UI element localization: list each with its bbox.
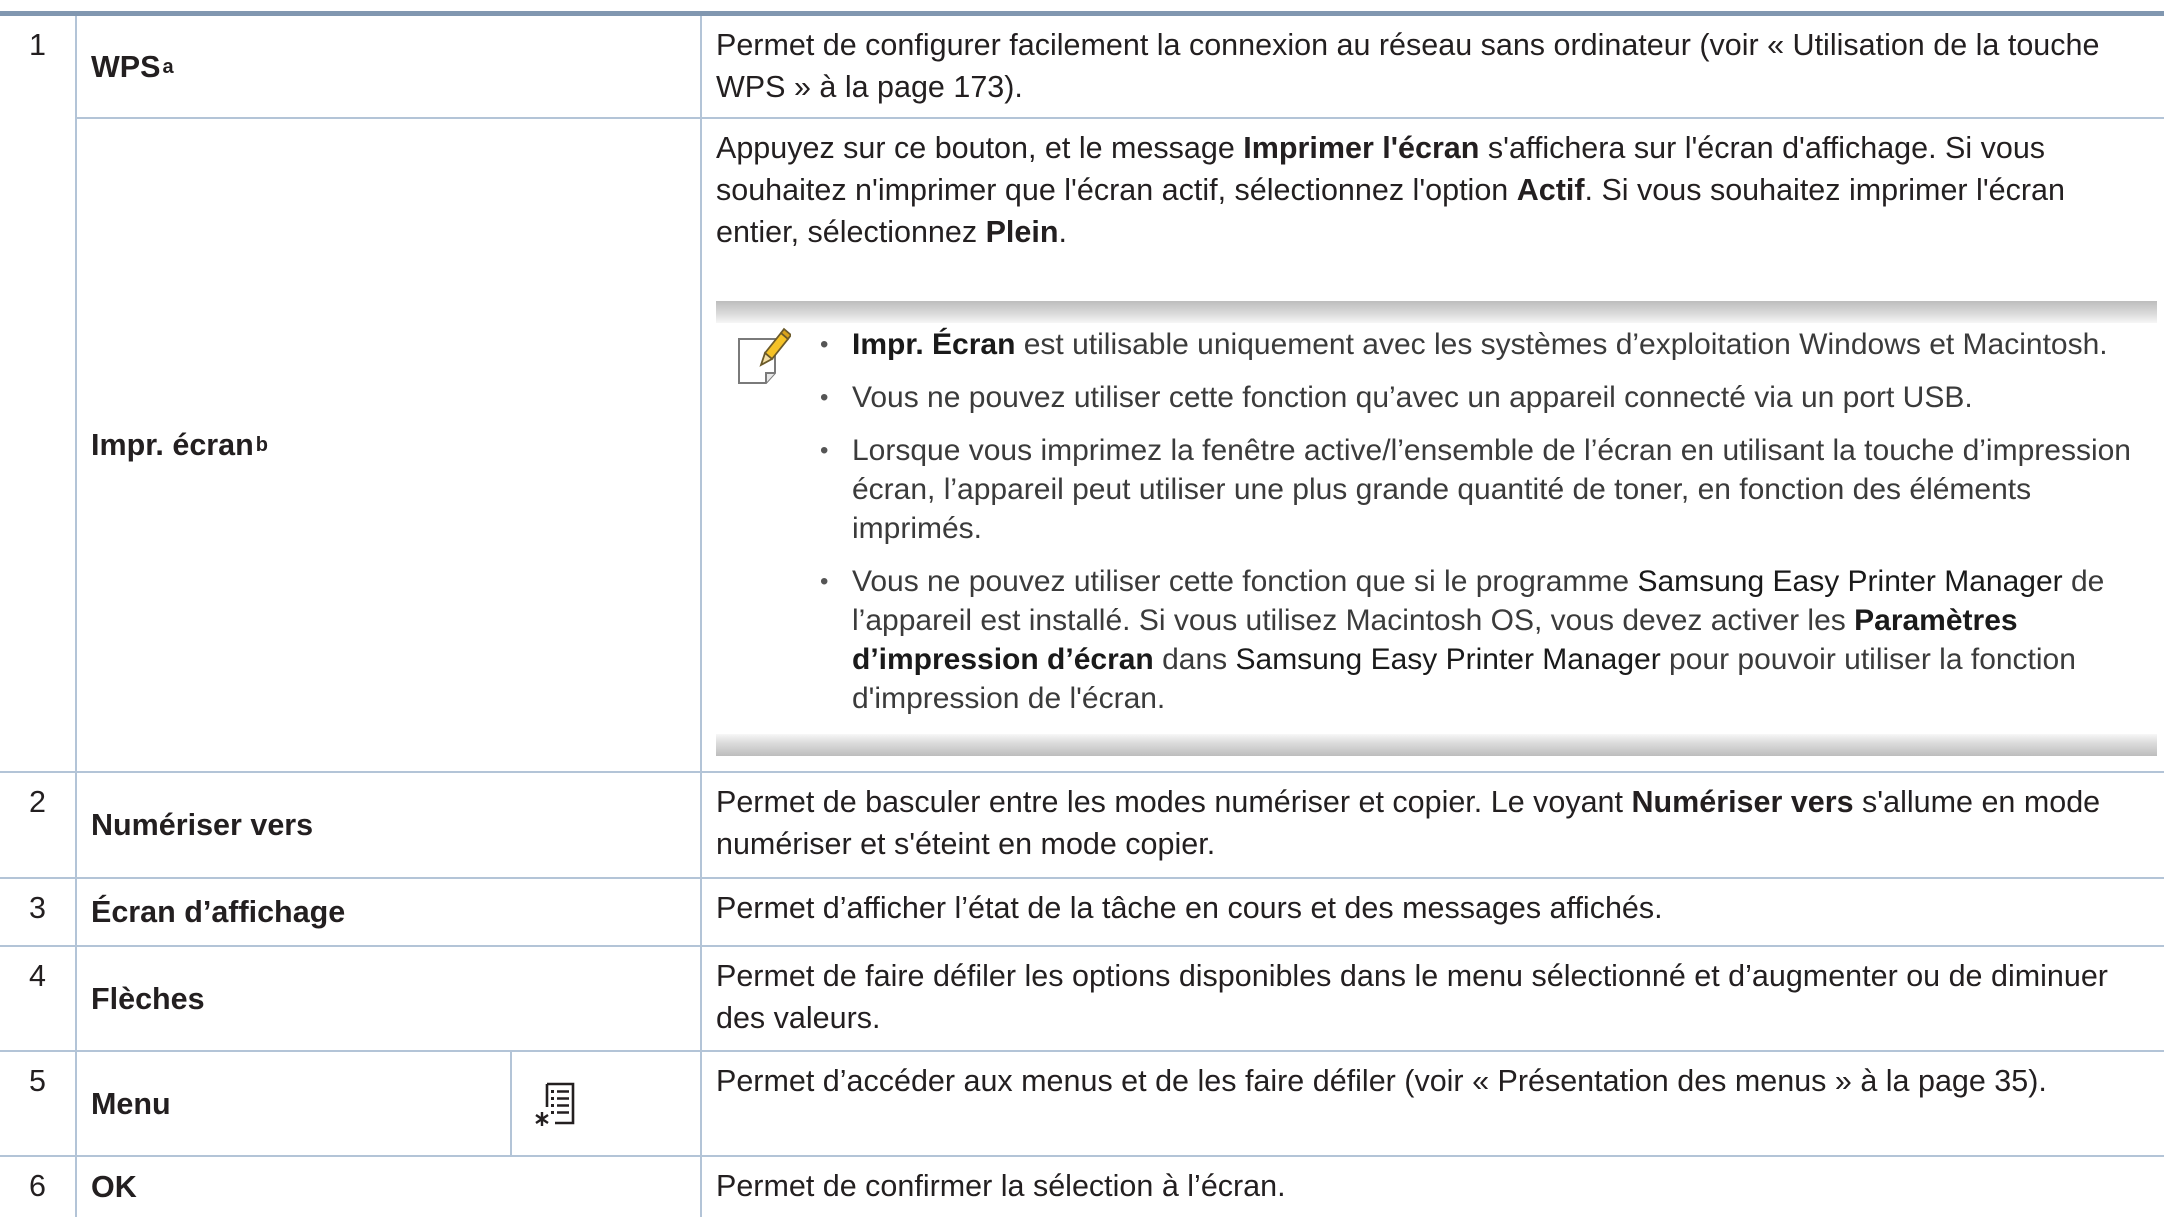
description-emphasis: Plein: [985, 215, 1059, 249]
name-label: Impr. écran: [91, 428, 254, 462]
note-bullet: Vous ne pouvez utiliser cette fonction q…: [820, 562, 2154, 718]
note-text: Lorsque vous imprimez la fenêtre active/…: [852, 434, 2131, 545]
row-number-1: 1: [0, 16, 77, 773]
description-emphasis: Actif: [1516, 173, 1585, 207]
name-label: WPS: [91, 49, 161, 84]
name-label: Menu: [91, 1086, 171, 1121]
row-number-2: 2: [0, 773, 77, 879]
note-bullet: Lorsque vous imprimez la fenêtre active/…: [820, 431, 2154, 548]
menu-icon: [535, 1082, 575, 1126]
row-name-menu: Menu: [77, 1052, 512, 1157]
row-icon-menu: [512, 1052, 702, 1157]
description-emphasis: Numériser vers: [1631, 785, 1854, 819]
note-list: Impr. Écran est utilisable uniquement av…: [820, 325, 2154, 732]
row-description-print-screen: Appuyez sur ce bouton, et le message Imp…: [702, 119, 2164, 773]
row-description-ok: Permet de confirmer la sélection à l’écr…: [702, 1157, 2164, 1217]
note-bullet: Impr. Écran est utilisable uniquement av…: [820, 325, 2154, 364]
row-number-4: 4: [0, 947, 77, 1052]
description-text: Permet de confirmer la sélection à l’écr…: [716, 1169, 1286, 1203]
description-text: Permet de basculer entre les modes numér…: [716, 785, 1632, 819]
row-number-5: 5: [0, 1052, 77, 1157]
name-label: Écran d’affichage: [91, 895, 346, 929]
description-text: .: [1058, 215, 1067, 249]
row-name-ok: OK: [77, 1157, 702, 1217]
note-text: Vous ne pouvez utiliser cette fonction q…: [852, 381, 1973, 414]
name-label: OK: [91, 1170, 137, 1204]
description-text: Permet d’afficher l’état de la tâche en …: [716, 891, 1663, 925]
note-top-bar: [716, 301, 2157, 323]
row-name-arrows: Flèches: [77, 947, 702, 1052]
row-description-wps: Permet de configurer facilement la conne…: [702, 16, 2164, 119]
name-label: Numériser vers: [91, 808, 314, 842]
note-pencil-icon: [735, 327, 793, 387]
description-paragraph: Appuyez sur ce bouton, et le message Imp…: [716, 127, 2152, 253]
note-bottom-bar: [716, 734, 2157, 756]
row-name-display-screen: Écran d’affichage: [77, 879, 702, 947]
row-description-menu: Permet d’accéder aux menus et de les fai…: [702, 1052, 2164, 1157]
name-label: Flèches: [91, 981, 205, 1016]
note-emphasis: Impr. Écran: [852, 328, 1016, 361]
note-text: Vous ne pouvez utiliser cette fonction q…: [852, 565, 1638, 598]
note-bullet: Vous ne pouvez utiliser cette fonction q…: [820, 378, 2154, 417]
row-description-display-screen: Permet d’afficher l’état de la tâche en …: [702, 879, 2164, 947]
note-pencil-icon-graphic: [738, 327, 793, 384]
row-number-3: 3: [0, 879, 77, 947]
description-text: Appuyez sur ce bouton, et le message: [716, 131, 1244, 165]
note-program-name: Samsung Easy Printer Manager: [1637, 565, 2063, 598]
row-description-arrows: Permet de faire défiler les options disp…: [702, 947, 2164, 1052]
row-name-wps: WPS a: [77, 16, 702, 119]
description-emphasis: Imprimer l'écran: [1243, 131, 1480, 165]
row-description-scan-to: Permet de basculer entre les modes numér…: [702, 773, 2164, 879]
row-name-print-screen: Impr. écran b: [77, 119, 702, 773]
description-text: Permet de faire défiler les options disp…: [716, 959, 2108, 1035]
row-name-scan-to: Numériser vers: [77, 773, 702, 879]
note-program-name: Samsung Easy Printer Manager: [1235, 643, 1661, 676]
note-text: est utilisable uniquement avec les systè…: [1015, 328, 2108, 361]
description-text: Permet d’accéder aux menus et de les fai…: [716, 1064, 2047, 1098]
row-number-6: 6: [0, 1157, 77, 1217]
note-text: dans: [1153, 643, 1236, 676]
description-text: Permet de configurer facilement la conne…: [716, 28, 2100, 104]
note-box: Impr. Écran est utilisable uniquement av…: [716, 301, 2157, 756]
